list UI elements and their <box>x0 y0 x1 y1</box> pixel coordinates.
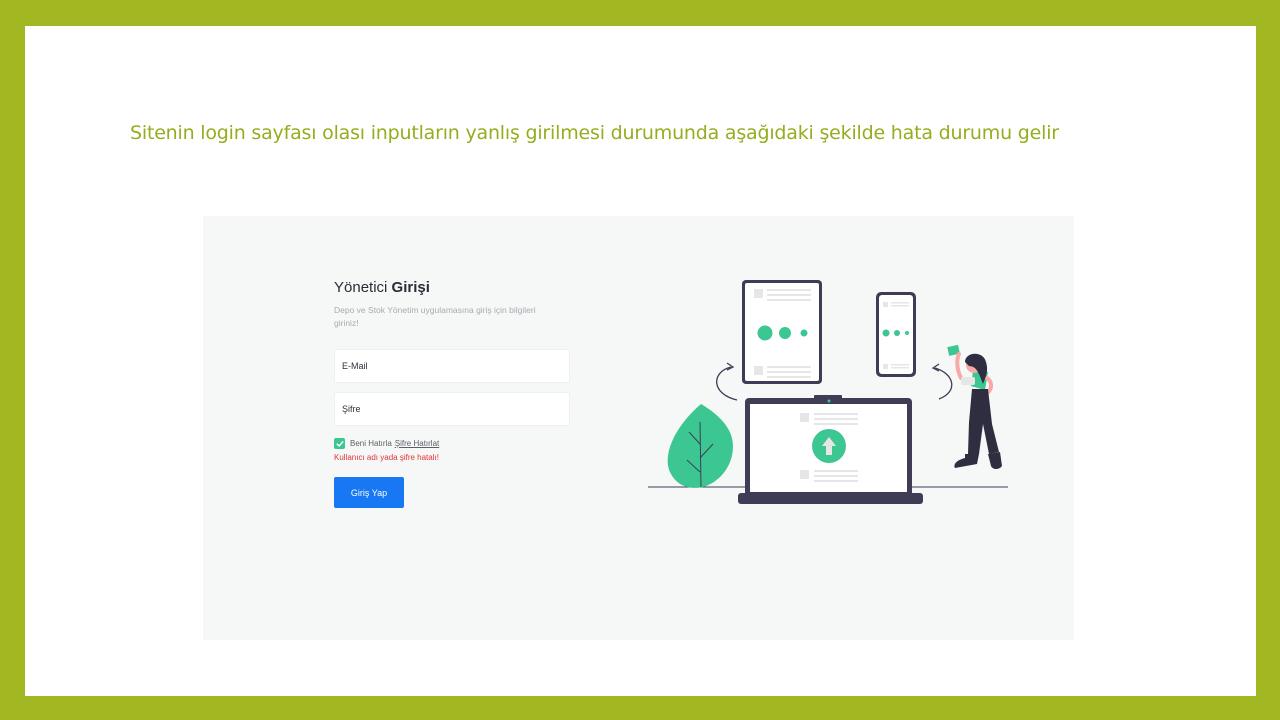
phone <box>876 292 916 377</box>
tablet <box>742 280 822 384</box>
sync-arrow-right-head <box>931 363 940 372</box>
login-title: Yönetici Girişi <box>334 279 570 296</box>
laptop <box>738 395 923 504</box>
login-screenshot: Yönetici Girişi Depo ve Stok Yönetim uyg… <box>203 216 1074 640</box>
slide: Sitenin login sayfası olası inputların y… <box>25 26 1256 696</box>
login-button[interactable]: Giriş Yap <box>334 477 404 508</box>
password-field[interactable]: Şifre <box>334 392 570 426</box>
check-icon <box>336 440 343 447</box>
login-title-bold: Girişi <box>391 279 430 296</box>
devices-illustration <box>648 280 1008 504</box>
login-subtitle: Depo ve Stok Yönetim uygulamasına giriş … <box>334 305 536 328</box>
login-title-regular: Yönetici <box>334 279 392 296</box>
remember-checkbox[interactable] <box>334 438 345 449</box>
person <box>947 344 1002 469</box>
remember-label: Beni Hatırla <box>350 439 392 448</box>
login-form: Yönetici Girişi Depo ve Stok Yönetim uyg… <box>334 279 570 508</box>
sync-arrow-left <box>716 366 738 401</box>
sync-arrow-right <box>934 367 953 400</box>
remember-row: Beni Hatırla Şifre Hatırlat <box>334 438 570 449</box>
email-field[interactable]: E-Mail <box>334 349 570 383</box>
sync-arrow-left-head <box>726 362 735 371</box>
slide-title: Sitenin login sayfası olası inputların y… <box>130 122 1059 144</box>
forgot-password-link[interactable]: Şifre Hatırlat <box>395 439 439 448</box>
plant <box>667 404 733 488</box>
error-message: Kullanıcı adı yada şifre hatalı! <box>334 453 439 462</box>
